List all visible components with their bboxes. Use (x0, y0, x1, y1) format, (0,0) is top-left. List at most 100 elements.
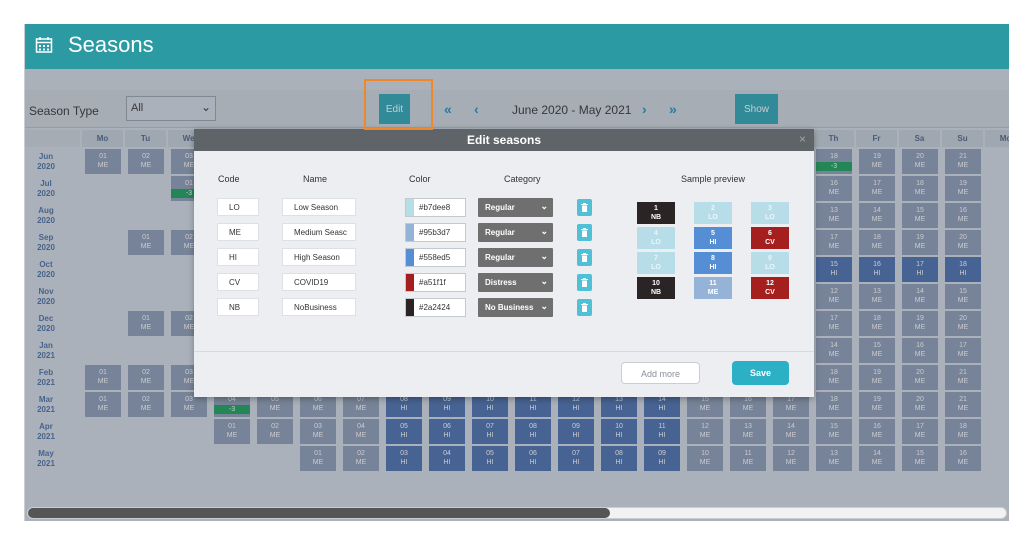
calendar-day-cell[interactable]: 05 HI (472, 446, 508, 471)
delete-season-button[interactable] (577, 274, 592, 291)
season-category-select[interactable]: Regular ⌄ (478, 198, 553, 217)
season-code-field[interactable]: NB (217, 298, 259, 316)
chevron-left-icon[interactable]: ‹ (474, 101, 479, 117)
show-button[interactable]: Show (735, 94, 778, 124)
double-chevron-right-icon[interactable]: » (669, 101, 677, 117)
calendar-day-cell[interactable]: 18 ME (859, 311, 895, 336)
calendar-day-cell[interactable]: 15 ME (816, 419, 852, 444)
calendar-day-cell[interactable]: 18 ME (816, 392, 852, 417)
horizontal-scrollbar[interactable] (27, 507, 1007, 519)
calendar-day-cell[interactable]: 18 ME (902, 176, 938, 201)
delete-season-button[interactable] (577, 249, 592, 266)
season-name-field[interactable]: High Season (282, 248, 356, 266)
calendar-day-cell[interactable]: 20 ME (902, 365, 938, 390)
calendar-day-cell[interactable]: 13 ME (816, 203, 852, 228)
calendar-day-cell[interactable]: 16 ME (945, 203, 981, 228)
calendar-day-cell[interactable]: 02 ME (257, 419, 293, 444)
calendar-day-cell[interactable]: 07 HI (472, 419, 508, 444)
calendar-day-cell[interactable]: 14 ME (773, 419, 809, 444)
calendar-day-cell[interactable]: 01 ME (85, 365, 121, 390)
calendar-day-cell[interactable]: 17 ME (902, 419, 938, 444)
calendar-day-cell[interactable]: 04 HI (429, 446, 465, 471)
season-name-field[interactable]: NoBusiness (282, 298, 356, 316)
calendar-day-cell[interactable]: 01 ME (85, 149, 121, 174)
calendar-day-cell[interactable]: 17 ME (859, 176, 895, 201)
calendar-day-cell[interactable]: 06 HI (429, 419, 465, 444)
calendar-day-cell[interactable]: 17 ME (816, 311, 852, 336)
calendar-day-cell[interactable]: 18 ME (945, 419, 981, 444)
calendar-day-cell[interactable]: 18 HI (945, 257, 981, 282)
close-icon[interactable]: × (799, 132, 806, 146)
calendar-day-cell[interactable]: 03 ME (300, 419, 336, 444)
calendar-day-cell[interactable]: 14 ME (902, 284, 938, 309)
calendar-day-cell[interactable]: 01 ME (300, 446, 336, 471)
calendar-day-cell[interactable]: 18 -3 (816, 149, 852, 174)
season-color-field[interactable]: #b7dee8 (405, 198, 466, 217)
calendar-day-cell[interactable]: 11 ME (730, 446, 766, 471)
season-name-field[interactable]: Medium Seasc (282, 223, 356, 241)
calendar-day-cell[interactable]: 07 HI (558, 446, 594, 471)
save-button[interactable]: Save (732, 361, 789, 385)
calendar-day-cell[interactable]: 16 ME (902, 338, 938, 363)
calendar-day-cell[interactable]: 05 HI (386, 419, 422, 444)
delete-season-button[interactable] (577, 224, 592, 241)
calendar-day-cell[interactable]: 19 ME (902, 230, 938, 255)
calendar-day-cell[interactable]: 01 ME (128, 230, 164, 255)
season-name-field[interactable]: COVID19 (282, 273, 356, 291)
calendar-day-cell[interactable]: 20 ME (945, 311, 981, 336)
calendar-day-cell[interactable]: 12 ME (773, 446, 809, 471)
calendar-day-cell[interactable]: 17 ME (945, 338, 981, 363)
calendar-day-cell[interactable]: 19 ME (859, 365, 895, 390)
calendar-day-cell[interactable]: 06 HI (515, 446, 551, 471)
calendar-day-cell[interactable]: 12 ME (816, 284, 852, 309)
calendar-day-cell[interactable]: 21 ME (945, 392, 981, 417)
calendar-day-cell[interactable]: 15 ME (859, 338, 895, 363)
season-color-field[interactable]: #a51f1f (405, 273, 466, 292)
calendar-day-cell[interactable]: 17 ME (816, 230, 852, 255)
calendar-day-cell[interactable]: 17 HI (902, 257, 938, 282)
calendar-day-cell[interactable]: 13 ME (816, 446, 852, 471)
season-code-field[interactable]: CV (217, 273, 259, 291)
season-code-field[interactable]: ME (217, 223, 259, 241)
chevron-right-icon[interactable]: › (642, 101, 647, 117)
calendar-day-cell[interactable]: 01 ME (214, 419, 250, 444)
calendar-day-cell[interactable]: 01 ME (85, 392, 121, 417)
season-category-select[interactable]: Distress ⌄ (478, 273, 553, 292)
season-name-field[interactable]: Low Season (282, 198, 356, 216)
calendar-day-cell[interactable]: 19 ME (859, 149, 895, 174)
calendar-day-cell[interactable]: 10 ME (687, 446, 723, 471)
calendar-day-cell[interactable]: 03 HI (386, 446, 422, 471)
calendar-day-cell[interactable]: 20 ME (902, 392, 938, 417)
season-code-field[interactable]: LO (217, 198, 259, 216)
calendar-day-cell[interactable]: 02 ME (128, 365, 164, 390)
calendar-day-cell[interactable]: 09 HI (558, 419, 594, 444)
calendar-day-cell[interactable]: 10 HI (601, 419, 637, 444)
calendar-day-cell[interactable]: 13 ME (859, 284, 895, 309)
calendar-day-cell[interactable]: 14 ME (859, 203, 895, 228)
season-category-select[interactable]: No Business ⌄ (478, 298, 553, 317)
calendar-day-cell[interactable]: 15 ME (902, 446, 938, 471)
season-color-field[interactable]: #95b3d7 (405, 223, 466, 242)
calendar-day-cell[interactable]: 19 ME (902, 311, 938, 336)
calendar-day-cell[interactable]: 12 ME (687, 419, 723, 444)
calendar-day-cell[interactable]: 02 ME (343, 446, 379, 471)
calendar-day-cell[interactable]: 08 HI (515, 419, 551, 444)
calendar-day-cell[interactable]: 01 ME (128, 311, 164, 336)
calendar-day-cell[interactable]: 14 ME (859, 446, 895, 471)
calendar-day-cell[interactable]: 09 HI (644, 446, 680, 471)
delete-season-button[interactable] (577, 299, 592, 316)
calendar-day-cell[interactable]: 04 ME (343, 419, 379, 444)
double-chevron-left-icon[interactable]: « (444, 101, 452, 117)
calendar-day-cell[interactable]: 15 HI (816, 257, 852, 282)
calendar-day-cell[interactable]: 02 ME (128, 392, 164, 417)
calendar-day-cell[interactable]: 08 HI (601, 446, 637, 471)
calendar-day-cell[interactable]: 21 ME (945, 365, 981, 390)
calendar-day-cell[interactable]: 02 ME (128, 149, 164, 174)
calendar-day-cell[interactable]: 14 ME (816, 338, 852, 363)
season-color-field[interactable]: #558ed5 (405, 248, 466, 267)
calendar-day-cell[interactable]: 20 ME (945, 230, 981, 255)
calendar-day-cell[interactable]: 18 ME (816, 365, 852, 390)
delete-season-button[interactable] (577, 199, 592, 216)
calendar-day-cell[interactable]: 18 ME (859, 230, 895, 255)
scrollbar-thumb[interactable] (28, 508, 610, 518)
